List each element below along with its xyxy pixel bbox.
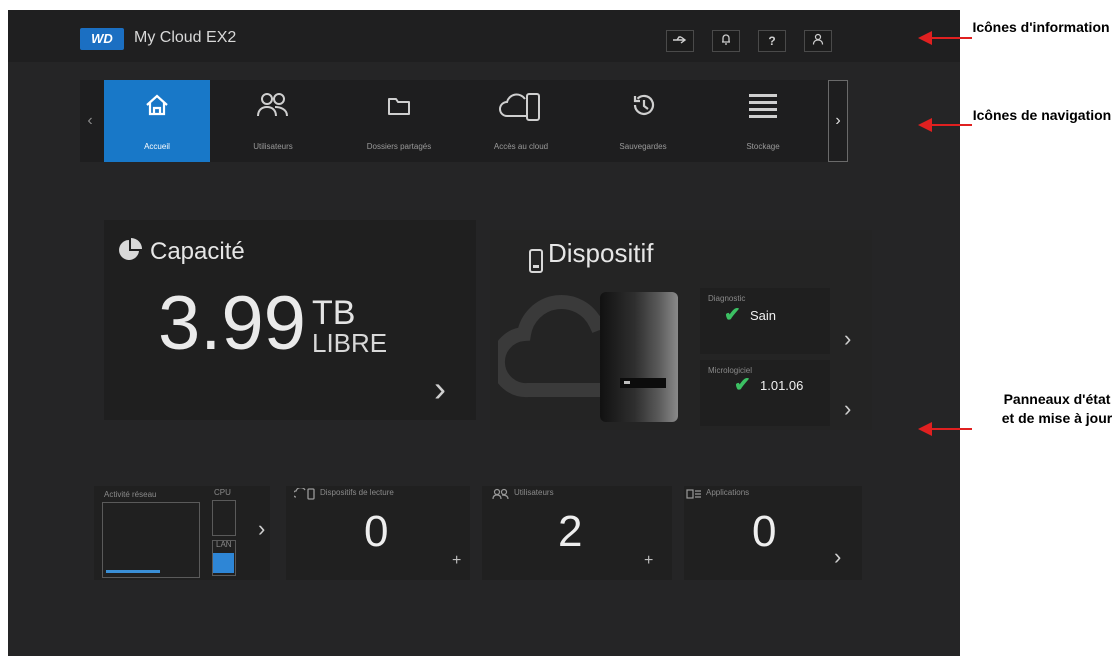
nav-label: Accueil xyxy=(144,142,170,151)
applications-count: 0 xyxy=(752,507,777,556)
backup-icon xyxy=(633,94,655,115)
storage-icon xyxy=(749,94,777,118)
bell-icon[interactable] xyxy=(712,30,740,52)
annotation-nav-icons: Icônes de navigation xyxy=(972,107,1112,123)
capacity-chevron-icon[interactable]: › xyxy=(434,368,446,410)
nas-led-panel xyxy=(620,378,666,388)
usb-devices-count: 0 xyxy=(364,507,389,556)
folder-icon xyxy=(388,98,410,115)
network-activity-graph xyxy=(102,502,200,578)
annotation-arrow xyxy=(928,124,972,126)
device-title: Dispositif xyxy=(548,238,654,268)
lan-gauge-fill xyxy=(213,553,234,573)
users-count: 2 xyxy=(558,507,583,556)
annotation-info-icons: Icônes d'information xyxy=(972,19,1110,35)
nav-item-stockage[interactable]: Stockage xyxy=(710,80,816,162)
pie-chart-icon xyxy=(119,238,142,260)
check-icon: ✔ xyxy=(724,304,741,326)
dashboard-window: WD My Cloud EX2 ? ‹ Accueil Utilisateurs… xyxy=(8,10,960,656)
nav-label: Utilisateurs xyxy=(253,142,293,151)
add-usb-device-button[interactable]: + xyxy=(452,552,461,570)
users-icon xyxy=(257,93,288,117)
usb-icon[interactable] xyxy=(666,30,694,52)
user-icon[interactable] xyxy=(804,30,832,52)
applications-label: Applications xyxy=(706,488,750,497)
nav-label: Accès au cloud xyxy=(493,142,549,151)
nav-next-arrow[interactable]: › xyxy=(828,80,848,162)
navigation-bar: ‹ Accueil Utilisateurs Dossiers partagés… xyxy=(80,80,848,162)
device-icon xyxy=(529,249,543,273)
network-activity-bar xyxy=(106,570,160,573)
users-label: Utilisateurs xyxy=(514,488,554,497)
nav-prev-arrow[interactable]: ‹ xyxy=(80,80,100,162)
nas-device-image xyxy=(600,292,678,422)
firmware-chevron-icon[interactable]: › xyxy=(844,396,851,422)
add-user-button[interactable]: + xyxy=(644,552,653,570)
app-title: My Cloud EX2 xyxy=(134,29,237,46)
home-icon xyxy=(146,94,168,116)
capacity-value: 3.99 xyxy=(158,281,306,366)
diagnostics-chevron-icon[interactable]: › xyxy=(844,326,851,352)
firmware-value: 1.01.06 xyxy=(760,378,804,393)
help-icon[interactable]: ? xyxy=(758,30,786,52)
applications-chevron-icon[interactable]: › xyxy=(834,544,841,570)
network-activity-label: Activité réseau xyxy=(104,490,157,499)
usb-device-icon xyxy=(294,488,315,500)
wd-logo: WD xyxy=(80,28,124,50)
check-icon: ✔ xyxy=(734,374,751,396)
capacity-title: Capacité xyxy=(150,238,245,265)
annotation-arrow xyxy=(928,37,972,39)
nav-label: Stockage xyxy=(746,142,780,151)
nav-item-accueil[interactable]: Accueil xyxy=(104,80,210,162)
nav-label: Dossiers partagés xyxy=(366,142,432,151)
nav-label: Sauvegardes xyxy=(619,142,667,151)
cpu-label: CPU xyxy=(214,488,231,497)
cloud-device-icon xyxy=(499,93,540,121)
annotation-status-panels: Panneaux d'état et de mise à jour xyxy=(1001,391,1113,426)
top-bar: WD My Cloud EX2 ? xyxy=(8,10,960,62)
nav-item-utilisateurs[interactable]: Utilisateurs xyxy=(220,80,326,162)
applications-icon xyxy=(686,489,701,499)
users-small-icon xyxy=(492,488,509,500)
usb-devices-label: Dispositifs de lecture xyxy=(320,488,394,497)
capacity-free-label: LIBRE xyxy=(312,328,388,358)
lan-label: LAN xyxy=(216,540,232,549)
annotation-arrow xyxy=(928,428,972,430)
nav-item-dossiers[interactable]: Dossiers partagés xyxy=(346,80,452,162)
diagnostics-value: Sain xyxy=(750,308,777,323)
cpu-gauge xyxy=(212,500,236,536)
network-chevron-icon[interactable]: › xyxy=(258,516,265,542)
nav-item-cloud[interactable]: Accès au cloud xyxy=(468,80,574,162)
nav-item-sauvegardes[interactable]: Sauvegardes xyxy=(590,80,696,162)
